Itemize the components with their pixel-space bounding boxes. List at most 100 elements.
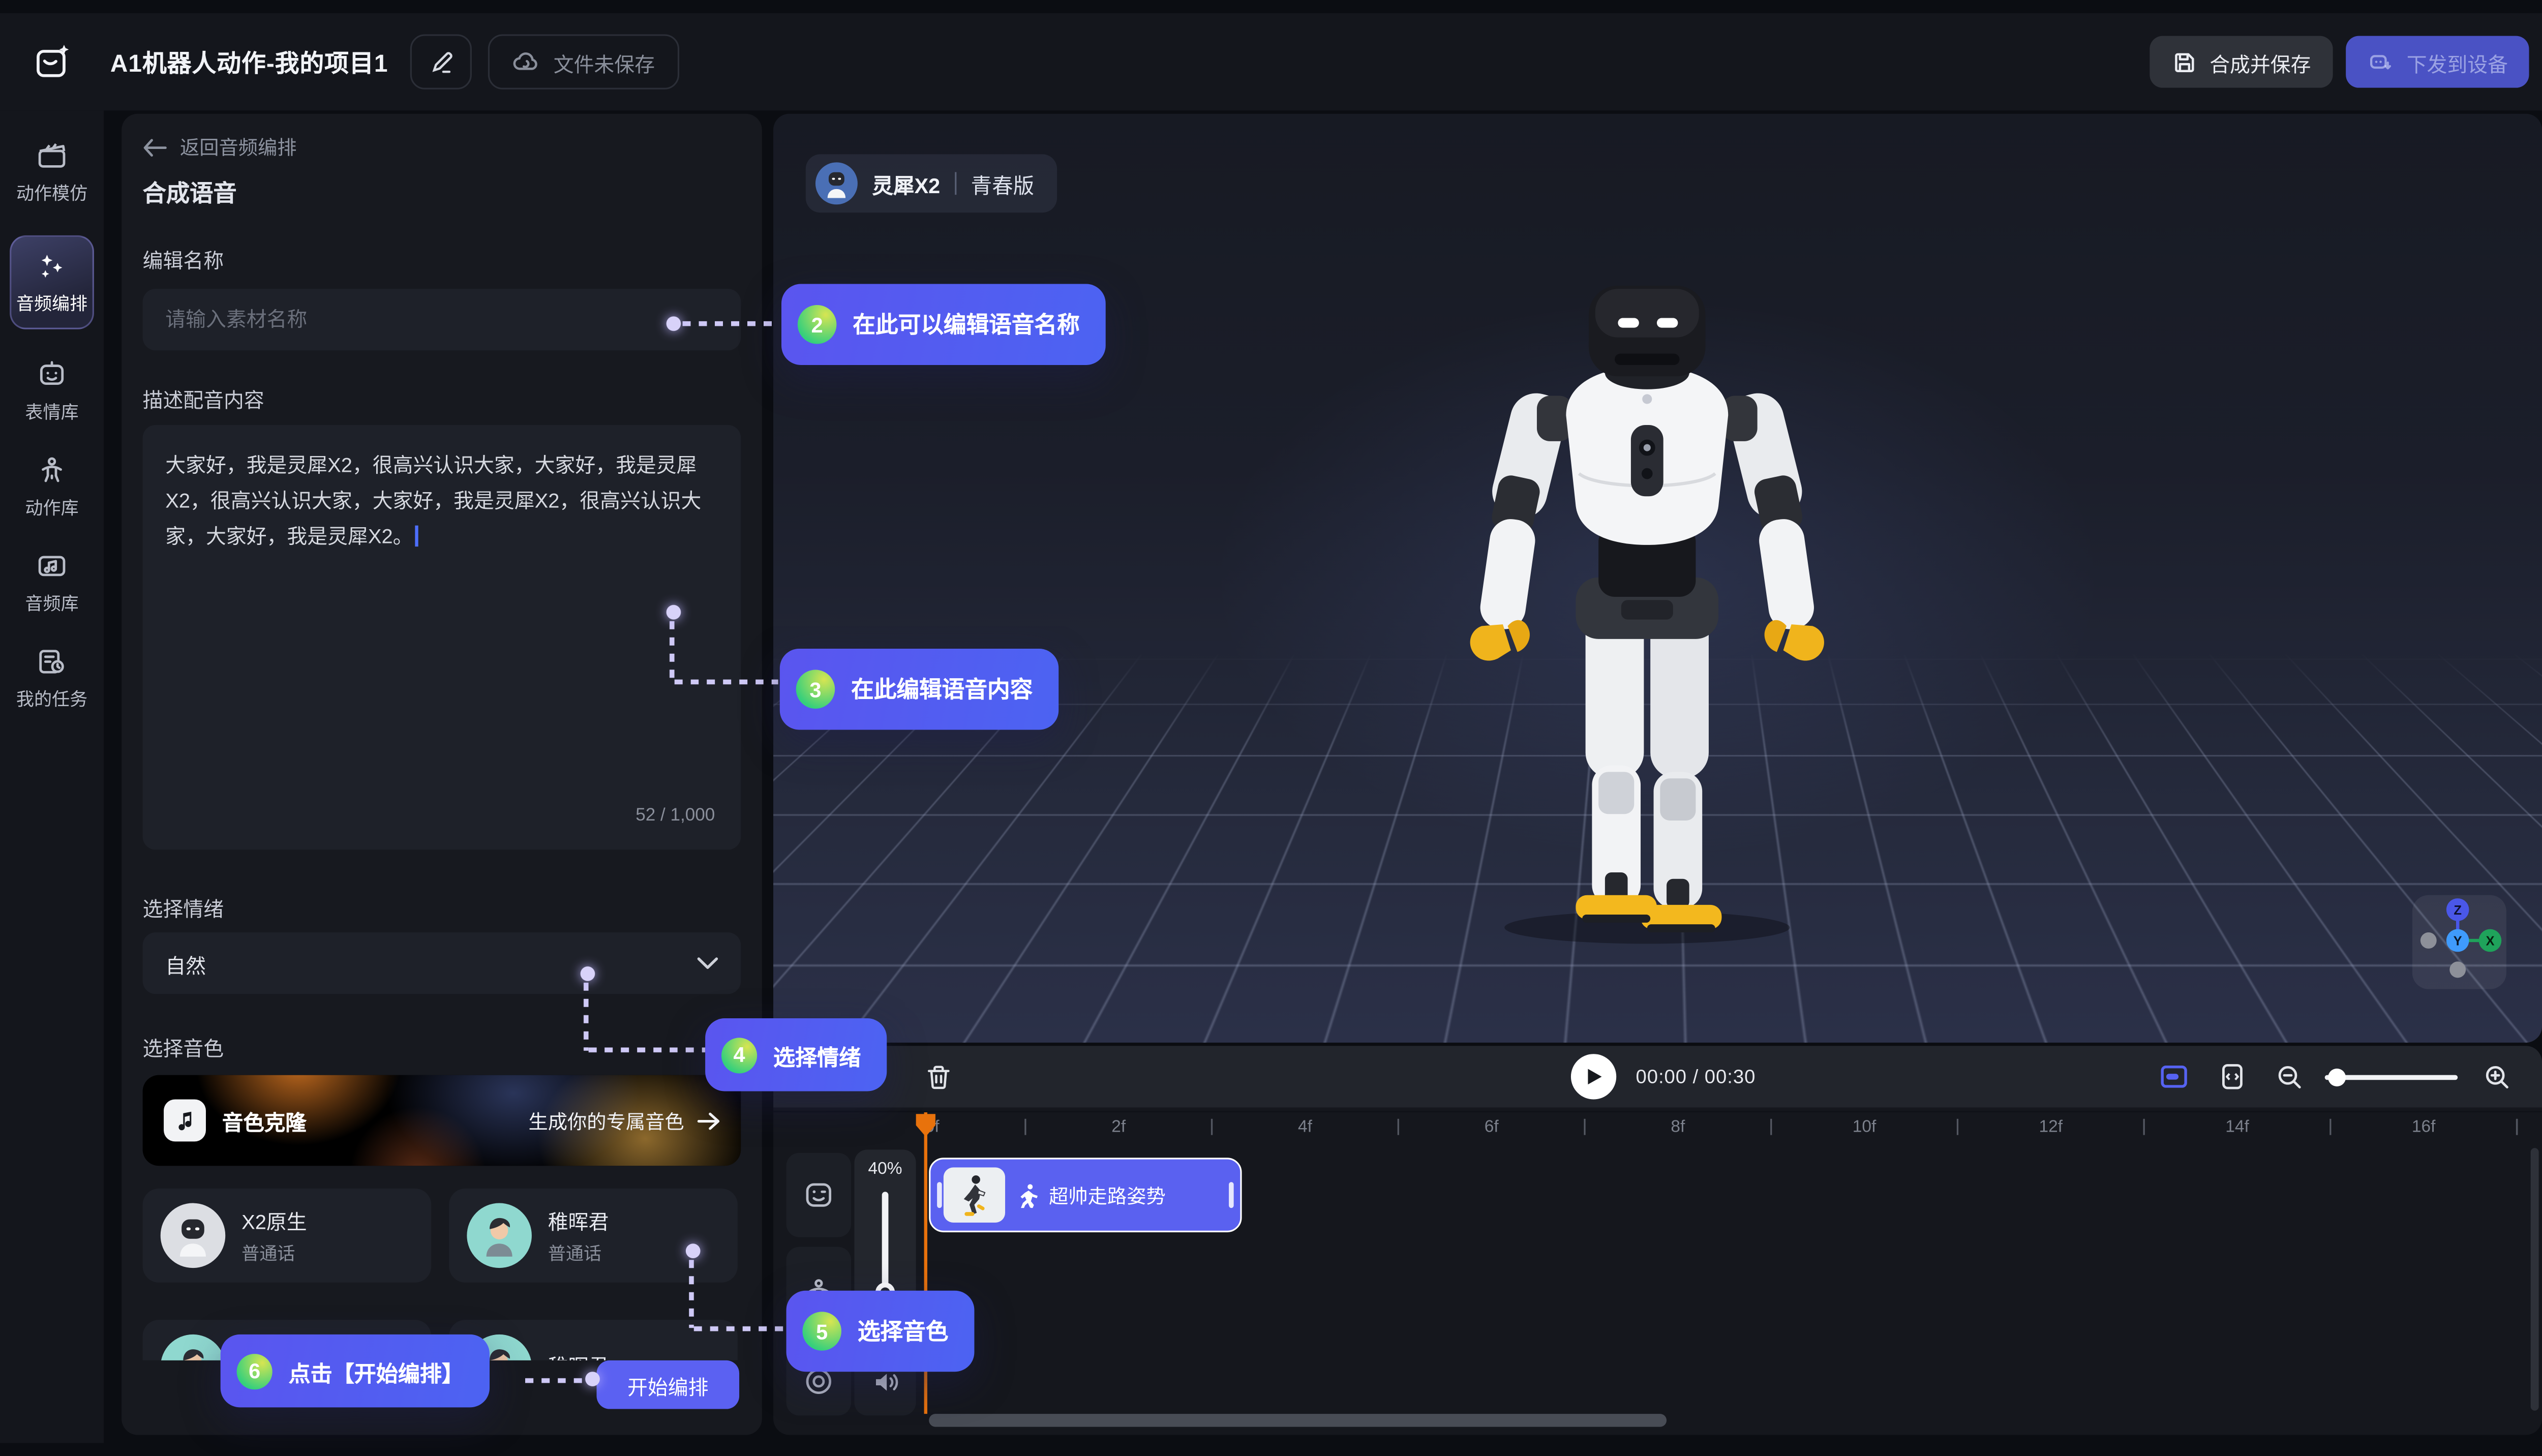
connector-line xyxy=(584,983,589,1051)
connector-line xyxy=(689,1260,694,1328)
project-title: A1机器人动作-我的项目1 xyxy=(110,45,388,79)
clapperboard-icon xyxy=(36,139,68,172)
voice-content-textarea[interactable]: 大家好，我是灵犀X2，很高兴认识大家，大家好，我是灵犀X2，很高兴认识大家，大家… xyxy=(143,425,741,850)
step-text: 在此可以编辑语音名称 xyxy=(853,308,1079,341)
clip-label: 超帅走路姿势 xyxy=(1049,1181,1166,1208)
connector-dot xyxy=(667,605,681,620)
sidebar-item-motion-mimic[interactable]: 动作模仿 xyxy=(0,139,104,206)
sidebar-item-label: 表情库 xyxy=(25,399,78,425)
zoom-slider-thumb[interactable] xyxy=(2328,1069,2346,1086)
voice-card-zhihuijun[interactable]: 稚晖君 普通话 xyxy=(449,1189,738,1283)
sidebar: 动作模仿 音频编排 表情库 xyxy=(0,110,104,1443)
emotion-value: 自然 xyxy=(165,948,206,979)
robot-model-badge: 灵犀X2 青春版 xyxy=(806,154,1057,213)
robot-badge-avatar xyxy=(815,162,858,204)
zoom-out-icon[interactable] xyxy=(2275,1062,2304,1091)
delete-clip-button[interactable] xyxy=(919,1057,958,1096)
play-button[interactable] xyxy=(1571,1054,1616,1099)
sidebar-item-audio-arrange[interactable]: 音频编排 xyxy=(10,235,94,329)
axis-gizmo[interactable]: Z Y X xyxy=(2412,895,2506,989)
sidebar-item-label: 音频编排 xyxy=(16,290,87,316)
step-text: 选择情绪 xyxy=(773,1039,861,1071)
sidebar-item-label: 音频库 xyxy=(25,590,78,616)
file-status-label: 文件未保存 xyxy=(554,46,655,77)
timeline-ruler[interactable]: 0f 2f 4f 6f 8f 10f 12f 14f 16f xyxy=(773,1111,2542,1146)
track-view-toggle-active[interactable] xyxy=(2159,1062,2188,1091)
connector-line xyxy=(589,1047,706,1052)
sidebar-item-my-tasks[interactable]: 我的任务 xyxy=(0,645,104,712)
save-button[interactable]: 合成并保存 xyxy=(2150,36,2334,87)
sidebar-item-label: 我的任务 xyxy=(16,686,87,712)
back-label: 返回音频编排 xyxy=(180,133,297,161)
file-status-button[interactable]: 文件未保存 xyxy=(489,34,679,89)
sidebar-item-audio-library[interactable]: 音频库 xyxy=(0,550,104,616)
clip-right-handle[interactable] xyxy=(1229,1182,1234,1208)
char-counter: 52 / 1,000 xyxy=(636,798,715,833)
person-avatar xyxy=(467,1203,532,1268)
task-list-icon xyxy=(36,645,68,678)
panel-title: 合成语音 xyxy=(143,175,237,209)
tutorial-step-5: 5 选择音色 xyxy=(786,1291,975,1372)
clip-left-handle[interactable] xyxy=(937,1182,942,1208)
robot-model[interactable] xyxy=(1452,201,1841,947)
badge-divider xyxy=(955,172,956,195)
tutorial-step-4: 4 选择情绪 xyxy=(705,1018,887,1091)
emotion-select[interactable]: 自然 xyxy=(143,932,741,994)
walking-person-icon xyxy=(1018,1182,1039,1207)
horizontal-scrollbar[interactable] xyxy=(929,1414,1667,1427)
robot-avatar xyxy=(161,1203,226,1268)
playhead-handle[interactable] xyxy=(913,1112,939,1138)
sidebar-item-expression-library[interactable]: 表情库 xyxy=(0,358,104,425)
voice-name: X2原生 xyxy=(241,1205,307,1236)
neg-x-axis-handle[interactable] xyxy=(2420,932,2437,949)
timeline-zoom-slider[interactable] xyxy=(2325,1075,2458,1080)
y-axis-handle[interactable]: Y xyxy=(2446,929,2469,952)
arrow-right-icon xyxy=(697,1111,720,1129)
emotion-label: 选择情绪 xyxy=(143,892,224,923)
voice-name: 稚晖君 xyxy=(548,1205,609,1236)
cloud-icon xyxy=(513,48,540,75)
step-number: 3 xyxy=(796,670,835,709)
zoom-in-icon[interactable] xyxy=(2482,1062,2511,1091)
deploy-label: 下发到设备 xyxy=(2407,46,2508,77)
back-to-audio-arrange[interactable]: 返回音频编排 xyxy=(143,133,297,161)
clone-subtitle: 生成你的专属音色 xyxy=(528,1107,684,1134)
voice-content-text: 大家好，我是灵犀X2，很高兴认识大家，大家好，我是灵犀X2，很高兴认识大家，大家… xyxy=(165,454,701,548)
fit-width-icon[interactable] xyxy=(2218,1062,2247,1091)
motion-clip[interactable]: 超帅走路姿势 xyxy=(929,1158,1242,1232)
material-name-input[interactable] xyxy=(143,289,741,350)
timeline-toolbar: 00:00 / 00:30 xyxy=(773,1046,2542,1107)
audio-folder-icon xyxy=(36,550,68,582)
z-axis-handle[interactable]: Z xyxy=(2446,898,2469,921)
voice-lang: 普通话 xyxy=(548,1240,609,1266)
robot-download-icon xyxy=(2368,49,2394,75)
connector-line xyxy=(694,1326,786,1331)
expression-track-header[interactable] xyxy=(786,1152,852,1237)
3d-viewport[interactable]: 灵犀X2 青春版 Z Y X xyxy=(773,113,2542,1042)
topbar-actions: 合成并保存 下发到设备 xyxy=(2150,36,2529,87)
save-icon xyxy=(2172,49,2197,74)
connector-line xyxy=(682,321,779,326)
back-arrow-icon xyxy=(143,137,167,157)
rename-button[interactable] xyxy=(411,34,472,89)
app-window: A1机器人动作-我的项目1 文件未保存 xyxy=(0,13,2542,1443)
neg-z-axis-handle[interactable] xyxy=(2449,961,2466,978)
connector-dot xyxy=(686,1243,701,1258)
name-label: 编辑名称 xyxy=(143,244,224,275)
sidebar-item-action-library[interactable]: 动作库 xyxy=(0,454,104,521)
vertical-scrollbar[interactable] xyxy=(2531,1148,2539,1411)
volume-slider[interactable] xyxy=(882,1192,889,1298)
deploy-button[interactable]: 下发到设备 xyxy=(2347,36,2529,87)
connector-line xyxy=(675,679,778,684)
chevron-down-icon xyxy=(697,957,718,970)
voice-card-x2-native[interactable]: X2原生 普通话 xyxy=(143,1189,432,1283)
voice-label: 选择音色 xyxy=(143,1031,224,1062)
synthesize-voice-panel: 返回音频编排 合成语音 编辑名称 描述配音内容 大家好，我是灵犀X2，很高兴认识… xyxy=(122,113,762,1435)
start-arrange-button[interactable]: 开始编排 xyxy=(596,1360,739,1409)
robot-edition: 青春版 xyxy=(971,168,1034,199)
step-number: 6 xyxy=(237,1353,273,1388)
voice-clone-banner[interactable]: 音色克隆 生成你的专属音色 xyxy=(143,1075,741,1166)
x-axis-handle[interactable]: X xyxy=(2479,929,2502,952)
step-text: 选择音色 xyxy=(858,1315,949,1347)
step-number: 2 xyxy=(798,305,837,344)
